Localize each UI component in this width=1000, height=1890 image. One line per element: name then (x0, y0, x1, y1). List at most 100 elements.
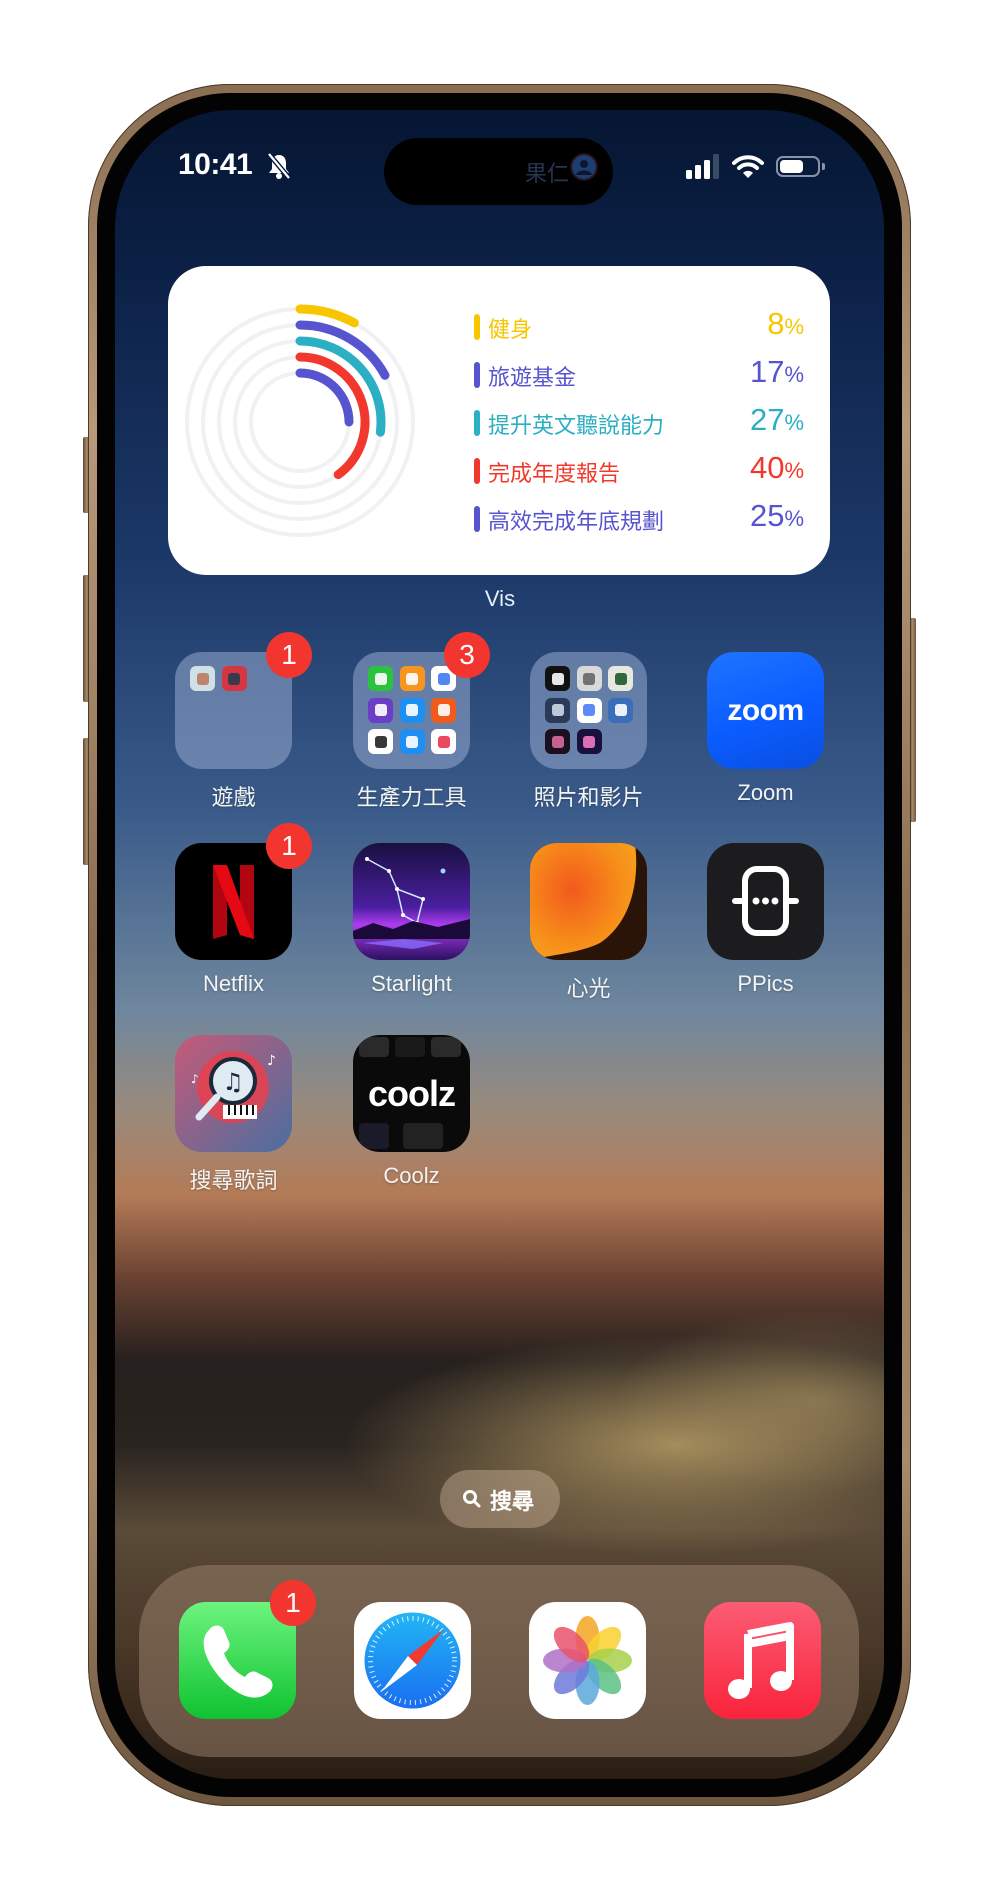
imovie-icon (368, 697, 393, 723)
camera-lens-icon (545, 666, 570, 691)
numbers-icon (368, 666, 393, 691)
dock-photos[interactable] (529, 1602, 646, 1719)
legend-value: 40% (750, 450, 804, 486)
deer-character-game-icon (190, 666, 215, 691)
legend-color-bar (474, 362, 480, 388)
safari-compass-icon (364, 1612, 461, 1709)
sunlight-orb-icon (530, 843, 647, 960)
svg-text:♫: ♫ (222, 1068, 244, 1096)
status-time: 10:41 (178, 148, 253, 181)
notification-badge: 3 (444, 632, 490, 678)
app-label: Netflix (202, 971, 265, 996)
svg-text:♪: ♪ (267, 1053, 276, 1069)
legend-row: 高效完成年底規劃 25% (474, 498, 804, 536)
legend-value-number: 25 (749, 498, 785, 533)
task-check-icon (431, 729, 456, 754)
app-label: Coolz (383, 1163, 440, 1188)
legend-value: 8% (767, 306, 804, 342)
starlight-constellation-icon (353, 843, 470, 960)
dock-phone-badge: 1 (270, 1580, 316, 1626)
legend-value-number: 27 (749, 402, 785, 437)
app-ppics[interactable] (707, 843, 824, 960)
legend-value-number: 40 (749, 450, 785, 485)
legend-label: 健身 (488, 317, 533, 342)
app-搜尋歌詞[interactable]: ♫ ♪ ♪ (175, 1035, 292, 1152)
pages-icon (399, 666, 425, 691)
music-note-icon (728, 1622, 794, 1699)
legend-value: 25% (750, 498, 804, 534)
dynamic-island-text: 果仁 (525, 161, 570, 186)
battery-icon (776, 156, 820, 177)
legend-value-number: 8 (767, 306, 785, 341)
film-reel-icon (545, 697, 570, 723)
legend-row: 完成年度報告 40% (474, 450, 804, 488)
photo-camera-icon (608, 697, 633, 723)
checklist-icon (368, 729, 393, 754)
legend-label: 完成年度報告 (488, 461, 621, 486)
bell-slash-icon (267, 152, 291, 180)
battery-cap (822, 163, 825, 170)
zoom-icon: zoom (707, 652, 824, 769)
widget-caption: Vis (484, 586, 516, 611)
app-label: 搜尋歌詞 (189, 1168, 278, 1193)
legend-value: 17% (750, 354, 804, 390)
dock-music[interactable] (704, 1602, 821, 1719)
app-label: PPics (737, 971, 794, 996)
legend-value-unit: % (784, 458, 804, 483)
app-zoom[interactable]: zoom (707, 652, 824, 769)
spotlight-search-button[interactable]: 搜尋 (440, 1470, 560, 1528)
picsart-icon (399, 729, 425, 754)
battery-level (780, 160, 803, 173)
legend-value-unit: % (784, 410, 804, 435)
notification-badge: 1 (266, 632, 312, 678)
app-coolz[interactable]: coolz (353, 1035, 470, 1152)
coolz-wordmark: coolz (367, 1073, 456, 1114)
legend-color-bar (474, 314, 480, 340)
ppics-device-icon (707, 843, 824, 960)
folder-2[interactable] (530, 652, 647, 769)
app-starlight[interactable] (353, 843, 470, 960)
person-avatar-icon (572, 155, 596, 179)
notification-badge: 1 (266, 823, 312, 869)
legend-value: 27% (750, 402, 804, 438)
legend-value-unit: % (784, 506, 804, 531)
legend-color-bar (474, 458, 480, 484)
app-label: 遊戲 (211, 785, 256, 810)
cellular-signal-icon (686, 154, 719, 179)
legend-value-unit: % (784, 362, 804, 387)
keynote-icon (399, 697, 425, 723)
app-label: Starlight (371, 971, 452, 996)
svg-text:♪: ♪ (191, 1072, 199, 1086)
legend-row: 健身 8% (474, 306, 804, 344)
legend-row: 旅遊基金 17% (474, 354, 804, 392)
legend-label: 旅遊基金 (488, 365, 577, 390)
search-icon (463, 1490, 481, 1508)
legend-row: 提升英文聽說能力 27% (474, 402, 804, 440)
film-camera-icon (608, 666, 633, 691)
legend-label: 提升英文聽說能力 (488, 413, 665, 438)
app-label: Zoom (737, 780, 794, 805)
app-label: 心光 (566, 976, 611, 1001)
legend-label: 高效完成年底規劃 (488, 509, 665, 534)
legend-color-bar (474, 506, 480, 532)
progress-ring-4 (295, 368, 354, 427)
wifi-icon (732, 155, 764, 178)
zoom-wordmark: zoom (727, 693, 804, 727)
wizard-hat-icon (545, 729, 570, 754)
legend-value-number: 17 (749, 354, 785, 389)
app-label: 生產力工具 (356, 785, 467, 810)
app-心光[interactable] (530, 843, 647, 960)
video-call-icon (576, 697, 602, 723)
octopus-icon (576, 729, 602, 754)
photos-flower-icon (543, 1616, 632, 1705)
app-label: 照片和影片 (533, 785, 644, 810)
retro-camera-icon (576, 666, 602, 691)
coolz-icon: coolz (353, 1035, 470, 1152)
dock-safari[interactable] (354, 1602, 471, 1719)
legend-color-bar (474, 410, 480, 436)
search-label: 搜尋 (490, 1489, 535, 1514)
garageband-icon (431, 697, 456, 723)
building-game-icon (221, 666, 247, 691)
legend-value-unit: % (784, 314, 804, 339)
lyrics-search-icon: ♫ ♪ ♪ (175, 1035, 292, 1152)
